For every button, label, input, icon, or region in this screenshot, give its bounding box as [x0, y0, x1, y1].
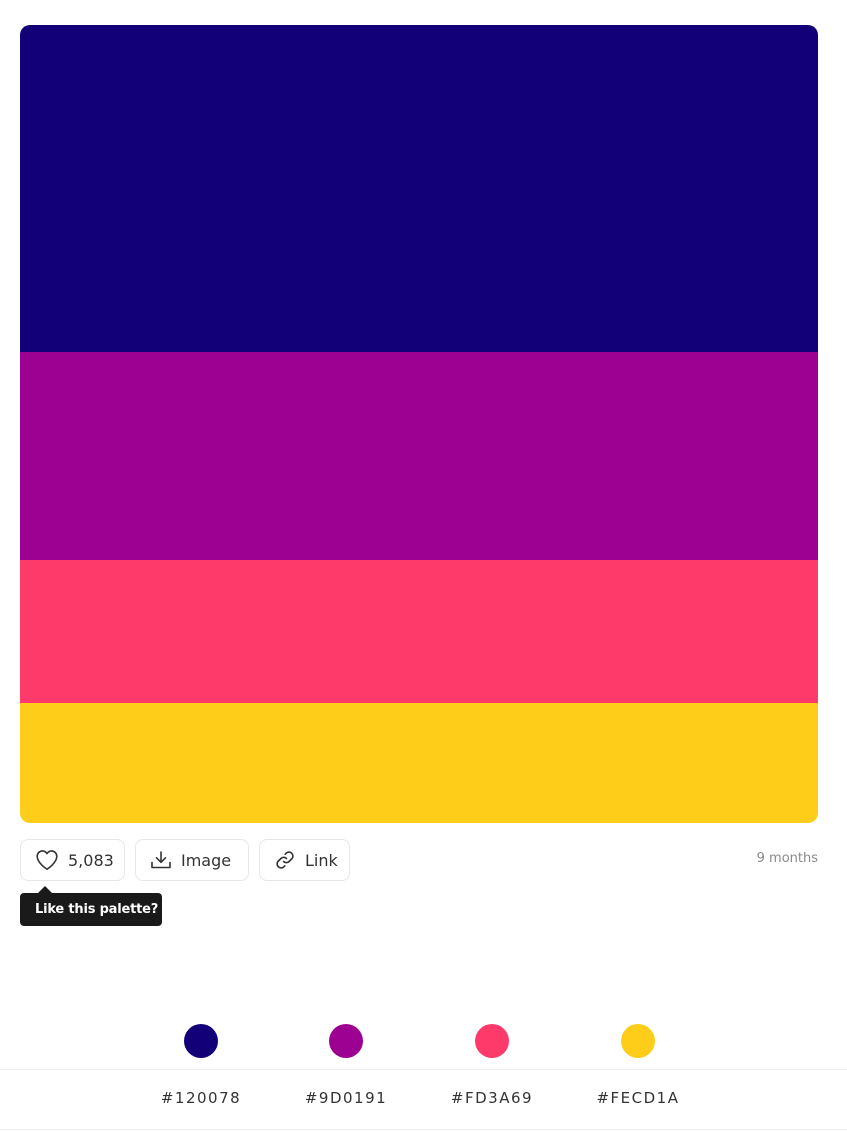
color-band-1[interactable] — [20, 25, 818, 353]
like-button[interactable]: 5,083 — [20, 839, 125, 881]
color-dot — [475, 1024, 509, 1058]
color-band-2[interactable] — [20, 352, 818, 560]
color-band-4[interactable] — [20, 703, 818, 823]
image-label: Image — [181, 850, 232, 870]
color-band-3[interactable] — [20, 559, 818, 704]
color-swatch[interactable]: #FECD1A — [578, 1023, 698, 1107]
color-swatch[interactable]: #9D0191 — [286, 1023, 406, 1107]
color-dot — [621, 1024, 655, 1058]
color-dot — [184, 1024, 218, 1058]
color-dot — [329, 1024, 363, 1058]
palette-preview — [20, 25, 818, 823]
like-tooltip: Like this palette? — [20, 886, 162, 926]
color-swatch[interactable]: #120078 — [141, 1023, 261, 1107]
download-image-button[interactable]: Image — [135, 839, 249, 881]
like-count: 5,083 — [68, 850, 114, 870]
color-swatches: #120078 #9D0191 #FD3A69 #FECD1A — [0, 1023, 847, 1131]
hex-code: #FECD1A — [596, 1089, 680, 1107]
link-label: Link — [305, 850, 338, 870]
hex-code: #120078 — [160, 1089, 242, 1107]
published-time: 9 months — [756, 851, 818, 866]
heart-icon — [35, 849, 59, 871]
link-icon — [274, 850, 296, 870]
hex-code: #FD3A69 — [450, 1089, 534, 1107]
palette-actions: 5,083 Image Link — [20, 839, 350, 881]
download-icon — [150, 850, 172, 870]
color-swatch[interactable]: #FD3A69 — [432, 1023, 552, 1107]
copy-link-button[interactable]: Link — [259, 839, 350, 881]
hex-code: #9D0191 — [304, 1089, 388, 1107]
